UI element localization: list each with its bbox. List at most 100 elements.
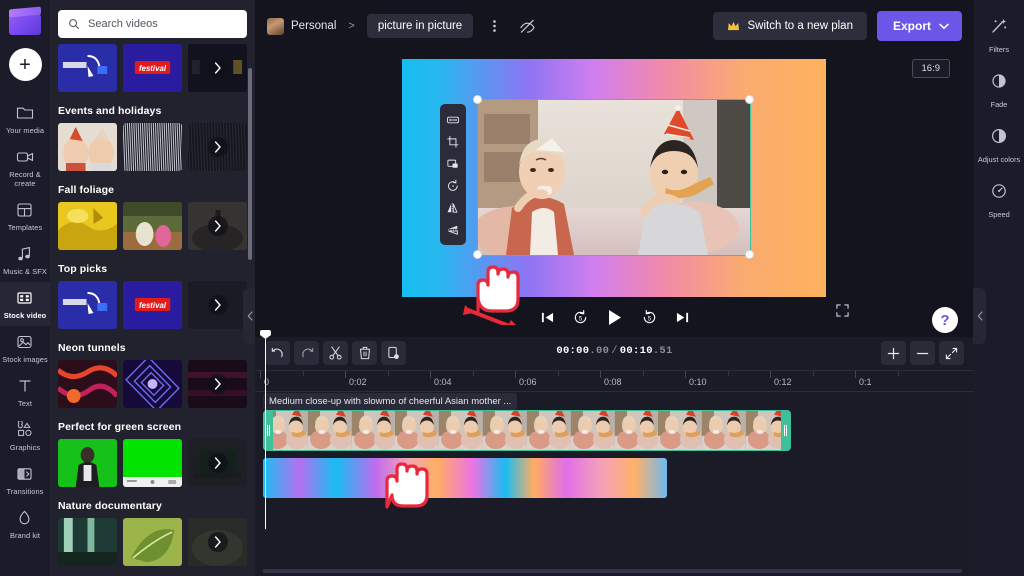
yellow-leaves-thumb[interactable] bbox=[58, 202, 117, 250]
resize-handle-bottom-right[interactable] bbox=[745, 250, 754, 259]
flip-vertical-button[interactable] bbox=[442, 220, 464, 239]
rewind-5-button[interactable]: 5 bbox=[573, 309, 588, 325]
see-more-button[interactable] bbox=[188, 281, 247, 329]
crop-button[interactable] bbox=[442, 132, 464, 151]
timeline-horizontal-scrollbar[interactable] bbox=[263, 569, 962, 573]
toppicks-more-thumb[interactable] bbox=[188, 281, 247, 329]
export-button[interactable]: Export bbox=[876, 11, 962, 41]
events-more-thumb[interactable] bbox=[188, 123, 247, 171]
templates-grid-icon bbox=[17, 203, 32, 217]
sidebar-item-music-sfx[interactable]: Music & SFX bbox=[0, 238, 50, 282]
table-row[interactable] bbox=[263, 410, 791, 451]
thumb-art bbox=[123, 123, 182, 171]
aspect-ratio-badge[interactable]: 16:9 bbox=[911, 59, 950, 78]
property-item-adjust-colors[interactable]: Adjust colors bbox=[974, 118, 1024, 173]
discover-blue-thumb[interactable] bbox=[58, 281, 117, 329]
top-bar: Personal > picture in picture Switch to … bbox=[255, 0, 974, 52]
red-neon-thumb[interactable] bbox=[58, 360, 117, 408]
purple-tunnel-thumb[interactable] bbox=[123, 360, 182, 408]
sidebar-item-brand-kit[interactable]: Brand kit bbox=[0, 502, 50, 546]
property-item-speed[interactable]: Speed bbox=[974, 173, 1024, 228]
playhead-knob[interactable] bbox=[260, 330, 271, 339]
clip-trim-handle-right[interactable] bbox=[781, 411, 790, 450]
flip-horizontal-button[interactable] bbox=[442, 198, 464, 217]
sidebar-item-text[interactable]: Text bbox=[0, 370, 50, 414]
resize-handle-top-left[interactable] bbox=[473, 95, 482, 104]
see-more-button[interactable] bbox=[188, 360, 247, 408]
sidebar-item-stock-images[interactable]: Stock images bbox=[0, 326, 50, 370]
background-clip[interactable] bbox=[263, 458, 667, 498]
workspace-name[interactable]: Personal bbox=[291, 20, 336, 32]
pip-video-layer[interactable] bbox=[477, 99, 751, 256]
sidebar-item-stock-video[interactable]: Stock video bbox=[0, 282, 50, 326]
filmstrip bbox=[264, 411, 790, 450]
sidebar-item-your-media[interactable]: Your media bbox=[0, 97, 50, 141]
collapse-properties-button[interactable] bbox=[973, 288, 986, 344]
library-section-title: Neon tunnels bbox=[58, 342, 126, 354]
fit-timeline-button[interactable] bbox=[939, 341, 964, 365]
red-logo-thumb[interactable]: festival bbox=[123, 281, 182, 329]
silver-confetti-thumb[interactable] bbox=[123, 123, 182, 171]
see-more-button[interactable] bbox=[188, 518, 247, 566]
resize-handle-bottom-left[interactable] bbox=[473, 250, 482, 259]
property-item-filters[interactable]: Filters bbox=[974, 8, 1024, 63]
green-screen-plain-thumb[interactable] bbox=[123, 439, 182, 487]
sidebar-item-templates[interactable]: Templates bbox=[0, 194, 50, 238]
skip-to-end-button[interactable] bbox=[676, 311, 689, 324]
collapse-library-button[interactable] bbox=[243, 288, 255, 344]
forest-thumb[interactable] bbox=[58, 518, 117, 566]
nature-more-thumb[interactable] bbox=[188, 518, 247, 566]
timeline-ruler[interactable]: 0 0:02 0:04 0:06 0:08 0:10 0:12 0:1 bbox=[255, 370, 974, 392]
switch-plan-button[interactable]: Switch to a new plan bbox=[712, 12, 867, 40]
resize-handle-top-right[interactable] bbox=[745, 95, 754, 104]
playhead[interactable] bbox=[260, 330, 271, 529]
see-more-button[interactable] bbox=[188, 439, 247, 487]
thumb-art bbox=[123, 518, 182, 566]
forward-5-button[interactable]: 5 bbox=[642, 309, 657, 325]
sidebar-item-transitions[interactable]: Transitions bbox=[0, 458, 50, 502]
sidebar-item-graphics[interactable]: Graphics bbox=[0, 414, 50, 458]
see-more-button[interactable] bbox=[188, 123, 247, 171]
greenscreen-more-thumb[interactable] bbox=[188, 439, 247, 487]
zoom-in-button[interactable] bbox=[881, 341, 906, 365]
app-logo bbox=[8, 8, 42, 36]
discover-blue-thumb[interactable] bbox=[58, 44, 117, 92]
hide-preview-button[interactable] bbox=[515, 14, 539, 38]
foliage-more-thumb[interactable] bbox=[188, 202, 247, 250]
dark-more-thumb[interactable] bbox=[188, 44, 247, 92]
see-more-button[interactable] bbox=[188, 44, 247, 92]
skip-to-start-button[interactable] bbox=[541, 311, 554, 324]
library-scroll-area[interactable]: festival Events and holidays Fall foliage T… bbox=[50, 44, 255, 576]
video-canvas[interactable] bbox=[402, 59, 826, 297]
project-menu-button[interactable] bbox=[482, 14, 506, 38]
see-more-button[interactable] bbox=[188, 202, 247, 250]
shapes-icon bbox=[16, 421, 34, 439]
brand-kit-icon bbox=[16, 509, 34, 527]
filmstrip-frame bbox=[439, 411, 484, 450]
project-name-field[interactable]: picture in picture bbox=[366, 14, 474, 38]
fit-to-frame-button[interactable] bbox=[442, 110, 464, 129]
music-note-icon bbox=[16, 245, 34, 263]
sidebar-item-record-create[interactable]: Record & create bbox=[0, 141, 50, 194]
play-button[interactable] bbox=[607, 309, 623, 326]
fullscreen-button[interactable] bbox=[836, 304, 849, 322]
property-item-fade[interactable]: Fade bbox=[974, 63, 1024, 118]
library-scrollbar[interactable] bbox=[248, 68, 252, 260]
help-button[interactable]: ? bbox=[932, 307, 958, 333]
green-screen-presenter-thumb[interactable] bbox=[58, 439, 117, 487]
add-media-button[interactable]: + bbox=[8, 48, 42, 81]
autumn-kids-thumb[interactable] bbox=[123, 202, 182, 250]
search-input[interactable]: Search videos bbox=[58, 10, 247, 38]
skip-start-icon bbox=[541, 312, 553, 322]
chevron-right-icon bbox=[214, 141, 221, 153]
zoom-out-button[interactable] bbox=[910, 341, 935, 365]
leaf-thumb[interactable] bbox=[123, 518, 182, 566]
picture-in-picture-button[interactable] bbox=[442, 154, 464, 173]
red-logo-thumb[interactable]: festival bbox=[123, 44, 182, 92]
neon-more-thumb[interactable] bbox=[188, 360, 247, 408]
library-section-title: Fall foliage bbox=[58, 184, 115, 196]
library-section-title: Top picks bbox=[58, 263, 108, 275]
rotate-button[interactable] bbox=[442, 176, 464, 195]
party-kids-thumb[interactable] bbox=[58, 123, 117, 171]
svg-text:festival: festival bbox=[139, 301, 167, 310]
